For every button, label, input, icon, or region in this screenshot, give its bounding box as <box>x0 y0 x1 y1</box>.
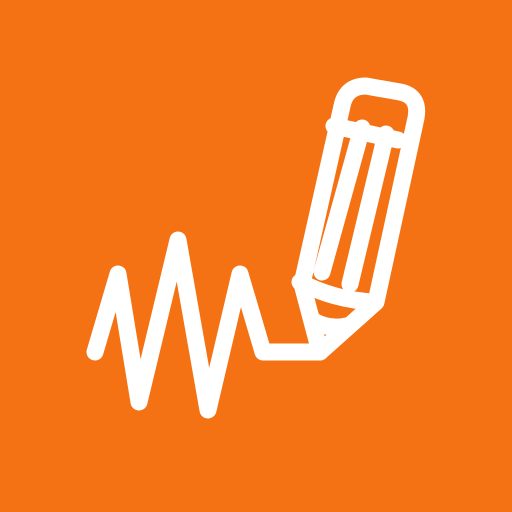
pencil-tip <box>303 311 355 336</box>
signature-scribble <box>86 231 329 419</box>
pencil-signature-icon <box>86 77 426 419</box>
app-icon <box>0 0 512 512</box>
